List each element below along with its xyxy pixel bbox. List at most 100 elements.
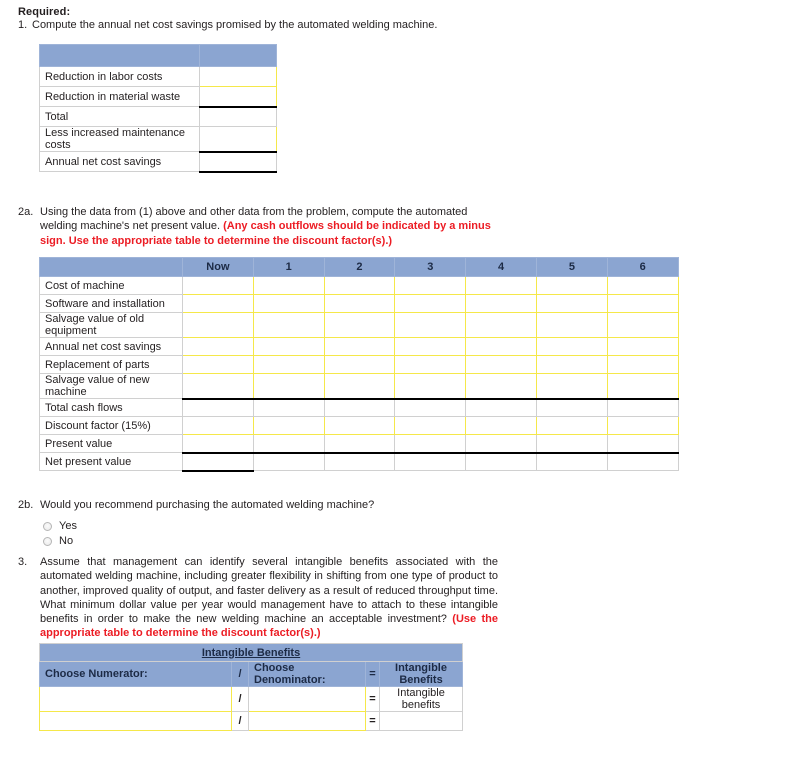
header-cell-year-5: 5 (535, 257, 608, 277)
row-label: Reduction in labor costs (39, 66, 200, 87)
question-3-number: 3. (18, 556, 28, 568)
row-computed-cell (465, 434, 537, 453)
row-input-cell[interactable] (535, 373, 608, 399)
table-row: Cost of machine (39, 276, 679, 295)
row-input-cell[interactable] (465, 312, 537, 338)
question-2b-number: 2b. (18, 499, 34, 511)
row-label: Software and installation (39, 294, 183, 313)
row-input-cell[interactable] (323, 373, 396, 399)
row-input-cell[interactable] (182, 312, 254, 338)
row-input-cell[interactable] (465, 294, 537, 313)
equals-cell: = (365, 686, 380, 712)
header-value-cell (199, 44, 277, 67)
row-label: Present value (39, 434, 183, 453)
numerator-input-cell[interactable] (39, 711, 232, 731)
row-computed-cell (199, 105, 277, 127)
row-input-cell[interactable] (535, 416, 608, 435)
radio-option-no-label: No (59, 535, 74, 547)
row-label: Salvage value of new machine (39, 373, 183, 399)
row-input-cell[interactable] (394, 276, 467, 295)
table-row: Annual net cost savings (39, 150, 277, 173)
table-header-row (39, 44, 277, 67)
row-input-cell[interactable] (323, 294, 396, 313)
radio-circle-icon[interactable] (43, 536, 52, 546)
row-input-cell[interactable] (465, 276, 537, 295)
row-input-cell[interactable] (606, 276, 679, 295)
row-input-cell[interactable] (394, 416, 467, 435)
row-label: Annual net cost savings (39, 337, 183, 356)
row-input-cell[interactable] (182, 276, 254, 295)
row-input-cell[interactable] (535, 355, 608, 374)
row-input-cell[interactable] (535, 276, 608, 295)
table-row: Replacement of parts (39, 355, 679, 374)
row-total-cell (199, 150, 277, 173)
question-2a: 2a. Using the data from (1) above and ot… (18, 205, 498, 248)
row-input-cell[interactable] (465, 355, 537, 374)
header-cell-year-4: 4 (465, 257, 537, 277)
row-input-cell[interactable] (323, 355, 396, 374)
row-input-cell[interactable] (465, 337, 537, 356)
row-input-cell[interactable] (394, 312, 467, 338)
row-input-cell[interactable] (182, 337, 254, 356)
row-input-cell[interactable] (606, 337, 679, 356)
table-row: Total cash flows (39, 397, 679, 417)
row-total-cell (323, 451, 396, 471)
row-input-cell[interactable] (199, 86, 277, 107)
row-input-cell[interactable] (394, 373, 467, 399)
row-input-cell[interactable] (535, 312, 608, 338)
row-total-cell (252, 451, 325, 471)
row-input-cell[interactable] (606, 416, 679, 435)
row-input-cell[interactable] (252, 373, 325, 399)
row-input-cell[interactable] (252, 337, 325, 356)
table-title-text: Intangible Benefits (201, 646, 301, 659)
denominator-input-cell[interactable] (248, 711, 366, 731)
question-1-text: Compute the annual net cost savings prom… (32, 19, 438, 31)
table-row: Less increased maintenance costs (39, 126, 277, 152)
row-input-cell[interactable] (182, 416, 254, 435)
row-input-cell[interactable] (394, 337, 467, 356)
radio-option-yes[interactable]: Yes (43, 519, 77, 533)
row-input-cell[interactable] (182, 294, 254, 313)
row-computed-cell (394, 434, 467, 453)
table-row: Present value (39, 434, 679, 453)
row-input-cell[interactable] (252, 294, 325, 313)
row-input-cell[interactable] (323, 276, 396, 295)
row-input-cell[interactable] (199, 126, 277, 152)
row-input-cell[interactable] (606, 355, 679, 374)
row-input-cell[interactable] (182, 373, 254, 399)
radio-circle-icon[interactable] (43, 521, 52, 531)
row-input-cell[interactable] (465, 373, 537, 399)
row-input-cell[interactable] (606, 294, 679, 313)
row-input-cell[interactable] (465, 416, 537, 435)
table-header-row: Choose Numerator: / Choose Denominator: … (39, 661, 464, 687)
numerator-input-cell[interactable] (39, 686, 232, 712)
table-row: Discount factor (15%) (39, 416, 679, 435)
row-computed-cell (535, 397, 608, 417)
header-label-cell (39, 44, 200, 67)
row-input-cell[interactable] (199, 66, 277, 87)
net-present-value-table: Now 1 2 3 4 5 6 Cost of machine Software… (39, 257, 679, 472)
row-input-cell[interactable] (323, 416, 396, 435)
row-input-cell[interactable] (606, 312, 679, 338)
row-input-cell[interactable] (535, 337, 608, 356)
recommendation-radio-group: Yes No (43, 519, 77, 549)
radio-option-no[interactable]: No (43, 534, 77, 548)
row-input-cell[interactable] (535, 294, 608, 313)
row-input-cell[interactable] (323, 312, 396, 338)
denominator-input-cell[interactable] (248, 686, 366, 712)
row-input-cell[interactable] (252, 416, 325, 435)
row-input-cell[interactable] (606, 373, 679, 399)
row-input-cell[interactable] (394, 355, 467, 374)
header-cell-year-2: 2 (323, 257, 396, 277)
header-cell-year-3: 3 (394, 257, 467, 277)
row-label: Annual net cost savings (39, 151, 200, 172)
row-input-cell[interactable] (252, 276, 325, 295)
row-input-cell[interactable] (252, 312, 325, 338)
row-input-cell[interactable] (182, 355, 254, 374)
row-input-cell[interactable] (323, 337, 396, 356)
question-1-number: 1. (18, 19, 28, 31)
row-input-cell[interactable] (252, 355, 325, 374)
row-input-cell[interactable] (394, 294, 467, 313)
annual-net-cost-savings-table: Reduction in labor costs Reduction in ma… (39, 44, 277, 173)
table-row: Salvage value of old equipment (39, 312, 679, 338)
